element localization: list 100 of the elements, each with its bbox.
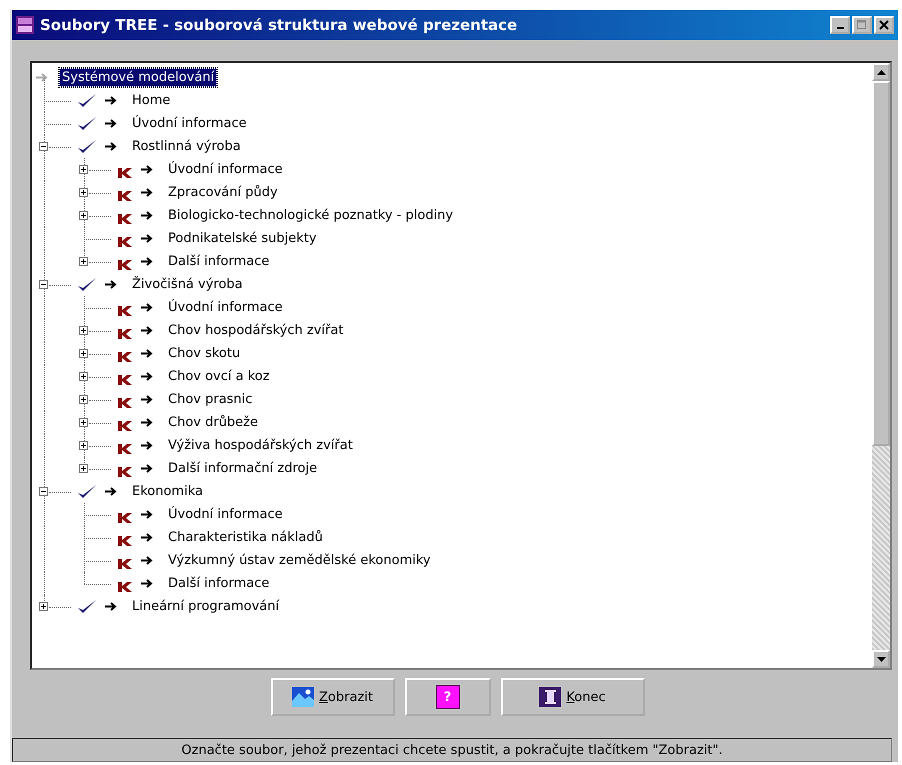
k-mark-icon — [117, 534, 133, 546]
arrow-icon — [141, 441, 154, 450]
collapse-icon[interactable] — [39, 142, 48, 151]
k-mark-icon — [117, 212, 133, 224]
expand-icon[interactable] — [79, 349, 88, 358]
tree-item[interactable]: Chov drůbeže — [165, 413, 262, 432]
tree-item[interactable]: Chov ovcí a koz — [165, 367, 273, 386]
expand-icon[interactable] — [79, 326, 88, 335]
arrow-icon — [105, 96, 118, 105]
k-mark-icon — [117, 328, 133, 340]
tree-item[interactable]: Úvodní informace — [165, 298, 286, 317]
arrow-icon — [105, 602, 118, 611]
arrow-icon — [141, 510, 154, 519]
expand-icon[interactable] — [79, 372, 88, 381]
arrow-icon — [105, 119, 118, 128]
exit-button[interactable]: Konec — [500, 678, 644, 716]
arrow-icon — [105, 487, 118, 496]
k-mark-icon — [117, 512, 133, 524]
collapse-icon[interactable] — [39, 280, 48, 289]
caret-up-icon — [876, 70, 886, 74]
expand-icon[interactable] — [39, 602, 48, 611]
tree-item[interactable]: Ekonomika — [129, 482, 206, 501]
tree-item[interactable]: Zpracování půdy — [165, 183, 281, 202]
arrow-icon — [141, 303, 154, 312]
window-title: Soubory TREE - souborová struktura webové prezentace — [40, 16, 518, 34]
exit-icon — [539, 687, 562, 707]
arrow-icon — [141, 395, 154, 404]
scrollbar-thumb[interactable] — [872, 81, 890, 446]
tree-item[interactable]: Další informační zdroje — [165, 459, 320, 478]
arrow-icon — [36, 73, 49, 82]
tree-item[interactable]: Chov hospodářských zvířat — [165, 321, 346, 340]
expand-icon[interactable] — [79, 211, 88, 220]
expand-icon[interactable] — [79, 395, 88, 404]
minimize-button[interactable] — [830, 16, 850, 34]
k-mark-icon — [117, 580, 133, 592]
picture-icon — [292, 687, 314, 707]
expand-icon[interactable] — [79, 441, 88, 450]
arrow-icon — [141, 579, 154, 588]
arrow-icon — [141, 349, 154, 358]
tree-item[interactable]: Lineární programování — [129, 597, 282, 616]
tree-item[interactable]: Chov skotu — [165, 344, 244, 363]
tree-item[interactable]: Chov prasnic — [165, 390, 256, 409]
checkmark-icon — [77, 92, 97, 108]
arrow-icon — [141, 418, 154, 427]
tree-item[interactable]: Výživa hospodářských zvířat — [165, 436, 356, 455]
arrow-icon — [105, 142, 118, 151]
expand-icon[interactable] — [79, 464, 88, 473]
expand-icon[interactable] — [79, 188, 88, 197]
k-mark-icon — [117, 420, 133, 432]
tree-item[interactable]: Úvodní informace — [129, 114, 250, 133]
scroll-down-button[interactable] — [872, 650, 890, 668]
tree-item[interactable]: Systémové modelování — [59, 68, 218, 87]
arrow-icon — [141, 257, 154, 266]
collapse-icon[interactable] — [39, 487, 48, 496]
k-mark-icon — [117, 236, 133, 248]
tree-item[interactable]: Živočišná výroba — [129, 275, 246, 294]
k-mark-icon — [117, 442, 133, 454]
tree-item[interactable]: Podnikatelské subjekty — [165, 229, 320, 248]
arrow-icon — [141, 464, 154, 473]
k-mark-icon — [117, 396, 133, 408]
tree-item[interactable]: Rostlinná výroba — [129, 137, 244, 156]
minimize-icon — [836, 27, 844, 29]
k-mark-icon — [117, 350, 133, 362]
tree-item[interactable]: Biologicko-technologické poznatky - plodiny — [165, 206, 456, 225]
tree-item[interactable]: Home — [129, 91, 174, 110]
tree-item[interactable]: Úvodní informace — [165, 505, 286, 524]
k-mark-icon — [117, 258, 133, 270]
k-mark-icon — [117, 374, 133, 386]
arrow-icon — [141, 188, 154, 197]
arrow-icon — [141, 211, 154, 220]
arrow-icon — [105, 280, 118, 289]
checkmark-icon — [77, 138, 97, 154]
k-mark-icon — [117, 166, 133, 178]
status-bar: Označte soubor, jehož prezentaci chcete spustit, a pokračujte tlačítkem "Zobrazit". — [12, 738, 892, 762]
tree-item[interactable]: Výzkumný ústav zemědělské ekonomiky — [165, 551, 434, 570]
arrow-icon — [141, 556, 154, 565]
checkmark-icon — [77, 484, 97, 500]
expand-icon[interactable] — [79, 418, 88, 427]
tree-item[interactable]: Další informace — [165, 252, 272, 271]
checkmark-icon — [77, 276, 97, 292]
close-icon — [879, 20, 889, 30]
tree-item[interactable]: Úvodní informace — [165, 160, 286, 179]
scroll-up-button[interactable] — [872, 63, 890, 81]
arrow-icon — [141, 533, 154, 542]
arrow-icon — [141, 326, 154, 335]
maximize-icon — [857, 20, 867, 30]
tree-item[interactable]: Další informace — [165, 574, 272, 593]
checkmark-icon — [77, 116, 97, 132]
caret-down-icon — [876, 656, 886, 662]
arrow-icon — [141, 234, 154, 243]
app-icon — [16, 16, 34, 34]
tree-item[interactable]: Charakteristika nákladů — [165, 528, 326, 547]
arrow-icon — [141, 165, 154, 174]
k-mark-icon — [117, 466, 133, 478]
k-mark-icon — [117, 304, 133, 316]
show-button[interactable]: Zobrazit — [270, 678, 394, 716]
expand-icon[interactable] — [79, 165, 88, 174]
arrow-icon — [141, 372, 154, 381]
close-button[interactable] — [874, 16, 894, 34]
expand-icon[interactable] — [79, 257, 88, 266]
